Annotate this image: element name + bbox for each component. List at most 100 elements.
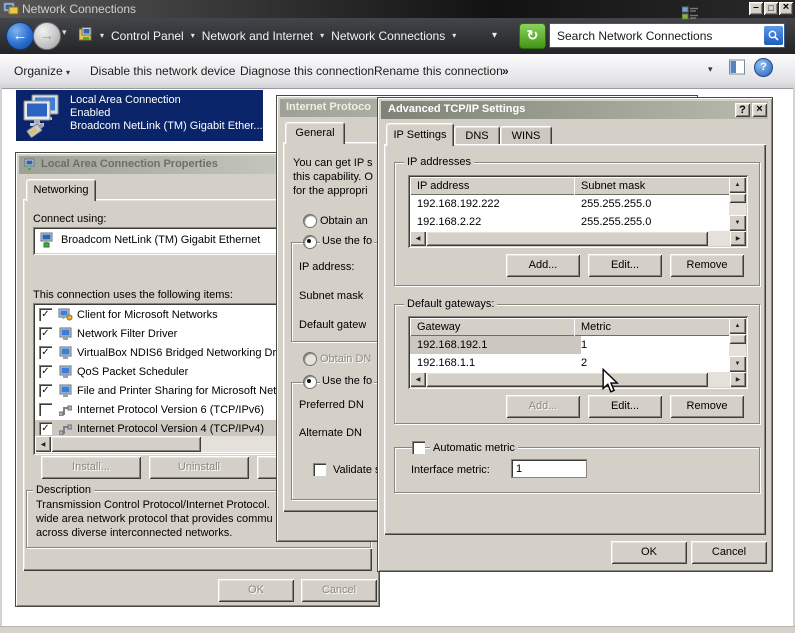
cancel-button[interactable]: Cancel (691, 541, 767, 564)
checkbox[interactable]: ✓ (39, 308, 52, 321)
column-header-gateway[interactable]: Gateway (410, 318, 581, 336)
connection-name: Local Area Connection (70, 94, 181, 106)
preferred-dns-label: Preferred DN (299, 399, 364, 411)
radio-use-dns[interactable] (303, 375, 317, 389)
validate-checkbox[interactable] (313, 463, 326, 476)
breadcrumb-network-and-internet[interactable]: Network and Internet (197, 25, 318, 47)
context-help-button[interactable]: ? (735, 103, 750, 117)
ip-add-button[interactable]: Add... (506, 254, 580, 277)
radio-obtain-dns[interactable] (303, 352, 317, 366)
rename-connection-button[interactable]: Rename this connection (374, 61, 503, 81)
scroll-down-icon[interactable]: ▼ (729, 356, 746, 372)
table-cell-selected[interactable]: 192.168.192.1 (410, 336, 581, 354)
table-cell[interactable]: 255.255.255.0 (574, 195, 736, 213)
checkbox[interactable]: ✓ (39, 422, 52, 435)
scroll-up-icon[interactable]: ▲ (729, 177, 746, 193)
chevron-down-icon[interactable]: ▾ (318, 25, 326, 47)
table-hscrollbar[interactable]: ◀ ▶ (410, 231, 746, 246)
table-cell[interactable]: 1 (574, 336, 736, 354)
advanced-title-bar[interactable]: Advanced TCP/IP Settings ? × (381, 101, 768, 119)
checkbox[interactable]: ✓ (39, 365, 52, 378)
scroll-right-icon[interactable]: ▶ (730, 372, 746, 387)
maximize-button[interactable]: □ (764, 2, 778, 15)
back-button[interactable]: ← (6, 22, 34, 50)
search-box (549, 23, 785, 48)
scroll-thumb[interactable] (729, 193, 746, 203)
close-button[interactable]: × (752, 103, 767, 117)
table-vscrollbar[interactable]: ▲ ▼ (729, 177, 746, 231)
table-cell[interactable]: 192.168.1.1 (410, 354, 581, 372)
scroll-thumb[interactable] (729, 334, 746, 344)
tab-dns[interactable]: DNS (454, 126, 500, 146)
disable-device-button[interactable]: Disable this network device (90, 61, 235, 81)
ok-button[interactable]: OK (611, 541, 687, 564)
tab-label: IP Settings (393, 129, 447, 141)
checkbox[interactable]: ✓ (39, 346, 52, 359)
preview-pane-button[interactable] (729, 59, 745, 78)
scroll-down-icon[interactable]: ▼ (729, 215, 746, 231)
table-cell[interactable]: 255.255.255.0 (574, 213, 736, 231)
radio-use-ip[interactable] (303, 235, 317, 249)
tab-wins[interactable]: WINS (500, 126, 552, 146)
table-cell[interactable]: 192.168.2.22 (410, 213, 581, 231)
tab-ip-settings[interactable]: IP Settings (386, 123, 454, 146)
ip-edit-button[interactable]: Edit... (588, 254, 662, 277)
ok-button[interactable]: OK (218, 579, 294, 602)
forward-button[interactable]: → (33, 22, 61, 50)
gateway-add-button[interactable]: Add... (506, 395, 580, 418)
interface-metric-input[interactable] (511, 459, 587, 478)
scroll-left-icon[interactable]: ◀ (35, 436, 51, 452)
window-title-bar[interactable]: Network Connections – □ × (0, 0, 795, 18)
recent-pages-dropdown[interactable]: ▾ (62, 27, 67, 38)
table-cell[interactable]: 2 (574, 354, 736, 372)
chevron-down-icon[interactable]: ▾ (189, 25, 197, 47)
table-vscrollbar[interactable]: ▲ ▼ (729, 318, 746, 372)
breadcrumb-control-panel[interactable]: Control Panel (106, 25, 189, 47)
automatic-metric-checkbox[interactable] (412, 441, 425, 454)
connection-list-item[interactable]: Local Area Connection Enabled Broadcom N… (16, 90, 263, 141)
checkbox[interactable]: ✓ (39, 384, 52, 397)
address-history-dropdown[interactable]: ▾ (492, 30, 497, 41)
close-button[interactable]: × (779, 2, 793, 15)
tab-networking[interactable]: Networking (26, 179, 96, 201)
default-gateway-label: Default gatew (299, 319, 367, 331)
search-input[interactable] (550, 27, 764, 44)
table-cell[interactable]: 192.168.192.222 (410, 195, 581, 213)
help-button[interactable]: ? (754, 58, 773, 77)
organize-menu[interactable]: Organize ▾ (14, 61, 70, 83)
column-header-ip-address[interactable]: IP address (410, 177, 581, 195)
uninstall-button[interactable]: Uninstall (149, 456, 249, 479)
views-button[interactable] (681, 6, 699, 24)
table-hscrollbar[interactable]: ◀ ▶ (410, 372, 746, 387)
chevron-down-icon[interactable]: ▾ (98, 25, 106, 47)
install-button[interactable]: Install... (41, 456, 141, 479)
gateway-edit-button[interactable]: Edit... (588, 395, 662, 418)
scroll-right-icon[interactable]: ▶ (730, 231, 746, 246)
checkbox[interactable] (39, 403, 52, 416)
checkbox[interactable]: ✓ (39, 327, 52, 340)
scroll-left-icon[interactable]: ◀ (410, 372, 426, 387)
scroll-up-icon[interactable]: ▲ (729, 318, 746, 334)
more-commands-chevron[interactable]: » (502, 61, 509, 81)
breadcrumb-network-connections[interactable]: Network Connections (326, 25, 450, 47)
views-dropdown-arrow[interactable]: ▾ (708, 64, 713, 75)
refresh-button[interactable]: ↻ (519, 23, 546, 49)
radio-use-ip-label: Use the fo (320, 235, 375, 247)
tab-general[interactable]: General (285, 122, 345, 144)
column-header-metric[interactable]: Metric (574, 318, 736, 336)
advanced-tcpip-dialog: Advanced TCP/IP Settings ? × IP Settings… (377, 97, 773, 572)
scroll-left-icon[interactable]: ◀ (410, 231, 426, 246)
chevron-down-icon[interactable]: ▾ (450, 25, 458, 47)
search-button[interactable] (764, 26, 783, 45)
radio-obtain-ip[interactable] (303, 214, 317, 228)
location-icon[interactable] (76, 25, 98, 47)
ip-remove-button[interactable]: Remove (670, 254, 744, 277)
minimize-button[interactable]: – (749, 2, 763, 15)
gateway-remove-button[interactable]: Remove (670, 395, 744, 418)
diagnose-connection-button[interactable]: Diagnose this connection (240, 61, 374, 81)
scroll-thumb[interactable] (426, 372, 708, 387)
scroll-thumb[interactable] (426, 231, 708, 246)
cancel-button[interactable]: Cancel (301, 579, 377, 602)
scroll-thumb[interactable] (51, 436, 201, 452)
column-header-subnet-mask[interactable]: Subnet mask (574, 177, 736, 195)
